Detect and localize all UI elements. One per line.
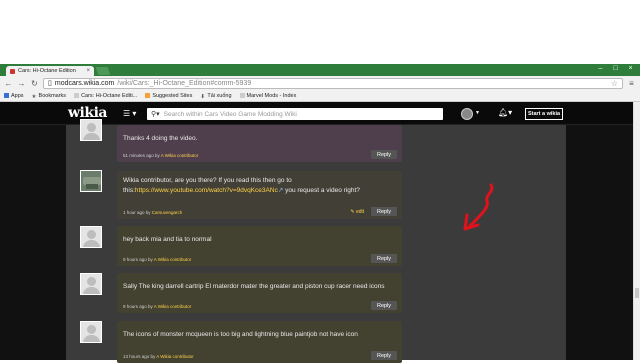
address-toolbar: ← → ↻ ▯ modcars.wikia.com/wiki/Cars:_Hi-… [0, 76, 640, 90]
back-icon[interactable]: ← [4, 79, 13, 88]
comment-text: Sally The king darrell cartrip El materd… [123, 283, 385, 290]
edit-link[interactable]: ✎ edit [350, 209, 364, 215]
forward-icon[interactable]: → [17, 79, 26, 88]
bookmark-apps[interactable]: Apps [4, 92, 24, 99]
comment-bubble: Sally The king darrell cartrip El materd… [117, 273, 402, 313]
search-icon: ⚲▾ [151, 111, 160, 118]
chevron-down-icon[interactable]: ▼ [475, 110, 480, 116]
comment-text: The icons of monster mcqueen is too big … [123, 331, 358, 338]
comment-author-link[interactable]: A Wikia contributor [154, 304, 192, 309]
comment-meta: 9 hours ago by A Wikia contributor [123, 304, 192, 309]
annotation-arrow [463, 183, 494, 231]
comment-author-link[interactable]: Carsuvengarch [152, 210, 183, 215]
address-bar[interactable]: ▯ modcars.wikia.com/wiki/Cars:_Hi-Octane… [43, 77, 623, 89]
comment-bubble: Thanks 4 doing the video. 51 minutes ago… [117, 125, 402, 162]
bookmark-suggested[interactable]: Suggested Sites [145, 92, 192, 99]
comment-meta: 9 hours ago by A Wikia contributor [123, 257, 192, 262]
pencil-icon: ✎ [350, 209, 355, 215]
url-path: /wiki/Cars:_Hi-Octane_Edition#comm-5939 [117, 79, 252, 87]
wikia-favicon-icon [10, 68, 15, 74]
bookmark-cars[interactable]: Cars: Hi-Octane Editi... [74, 92, 137, 99]
bookmark-download[interactable]: ⬇ Tải xuống [200, 93, 231, 100]
search-input[interactable]: ⚲▾ Search within Cars Video Game Modding… [147, 108, 443, 120]
reply-button[interactable]: Reply [371, 301, 397, 310]
comment-text: hey back mia and tia to normal [123, 236, 212, 243]
comment-text: Thanks 4 doing the video. [123, 135, 198, 142]
comment-meta: 51 minutes ago by A Wikia contributor [123, 153, 199, 158]
avatar[interactable] [80, 170, 102, 192]
reply-button[interactable]: Reply [371, 254, 397, 263]
comment-bubble: The icons of monster mcqueen is too big … [117, 321, 402, 363]
chrome-menu-icon[interactable]: ≡ [627, 79, 636, 88]
tab-close-icon[interactable]: × [86, 68, 90, 74]
comment-text: Wikia contributor, are you there? If you… [123, 177, 360, 194]
avatar[interactable] [80, 321, 102, 343]
window-controls: – □ × [595, 65, 636, 72]
avatar[interactable] [80, 273, 102, 295]
bookmark-bookmarks[interactable]: ★ Bookmarks [31, 93, 67, 100]
comment-author-link[interactable]: A Wikia contributor [156, 354, 194, 359]
page-icon [74, 92, 80, 98]
close-window-button[interactable]: × [625, 65, 636, 72]
tab-title: Cars: Hi-Octane Edition [18, 68, 76, 74]
comment-meta: 1 hour ago by Carsuvengarch [123, 210, 183, 215]
star-icon: ★ [31, 93, 37, 100]
page-scrollbar[interactable] [633, 102, 640, 360]
url-domain: modcars.wikia.com [54, 79, 115, 87]
menu-icon[interactable]: ☰ ▾ [123, 109, 136, 118]
comment-bubble: Wikia contributor, are you there? If you… [117, 171, 402, 219]
scrollbar-thumb[interactable] [635, 288, 639, 298]
reply-button[interactable]: Reply [371, 150, 397, 159]
suggested-icon [145, 92, 151, 98]
reload-icon[interactable]: ↻ [30, 79, 39, 88]
bookmark-star-icon[interactable]: ☆ [611, 79, 618, 88]
reply-button[interactable]: Reply [371, 207, 397, 216]
new-tab-button[interactable] [95, 67, 111, 75]
browser-tab[interactable]: Cars: Hi-Octane Edition × [6, 66, 94, 76]
search-placeholder: Search within Cars Video Game Modding Wi… [163, 110, 297, 118]
notifications-icon[interactable]: 🔔︎▾ [498, 108, 512, 117]
start-wikia-button[interactable]: Start a wikia [525, 108, 563, 120]
download-icon: ⬇ [200, 93, 205, 100]
browser-tabstrip: Cars: Hi-Octane Edition × – □ × [0, 64, 640, 76]
comment-author-link[interactable]: A Wikia contributor [154, 257, 192, 262]
youtube-link[interactable]: https://www.youtube.com/watch?v=9dvqKce3… [135, 187, 278, 194]
page-icon: ▯ [48, 80, 52, 87]
comments-section: Thanks 4 doing the video. 51 minutes ago… [66, 119, 566, 363]
minimize-button[interactable]: – [595, 65, 606, 72]
comment-author-link[interactable]: A Wikia contributor [161, 153, 199, 158]
avatar[interactable] [80, 226, 102, 248]
comment-bubble: hey back mia and tia to normal 9 hours a… [117, 226, 402, 266]
page-icon [239, 92, 245, 98]
webpage: wikia ☰ ▾ ⚲▾ Search within Cars Video Ga… [0, 102, 633, 363]
reply-button[interactable]: Reply [371, 351, 397, 360]
bookmarks-bar: Apps ★ Bookmarks Cars: Hi-Octane Editi...… [0, 90, 640, 102]
maximize-button[interactable]: □ [610, 65, 621, 72]
blank-area [0, 0, 640, 64]
user-avatar[interactable] [461, 108, 473, 120]
apps-icon [4, 92, 9, 98]
comment-meta: 13 hours ago by A Wikia contributor [123, 354, 194, 359]
bookmark-marvel[interactable]: Marvel Mods - Index [239, 92, 296, 99]
avatar[interactable] [80, 119, 102, 141]
